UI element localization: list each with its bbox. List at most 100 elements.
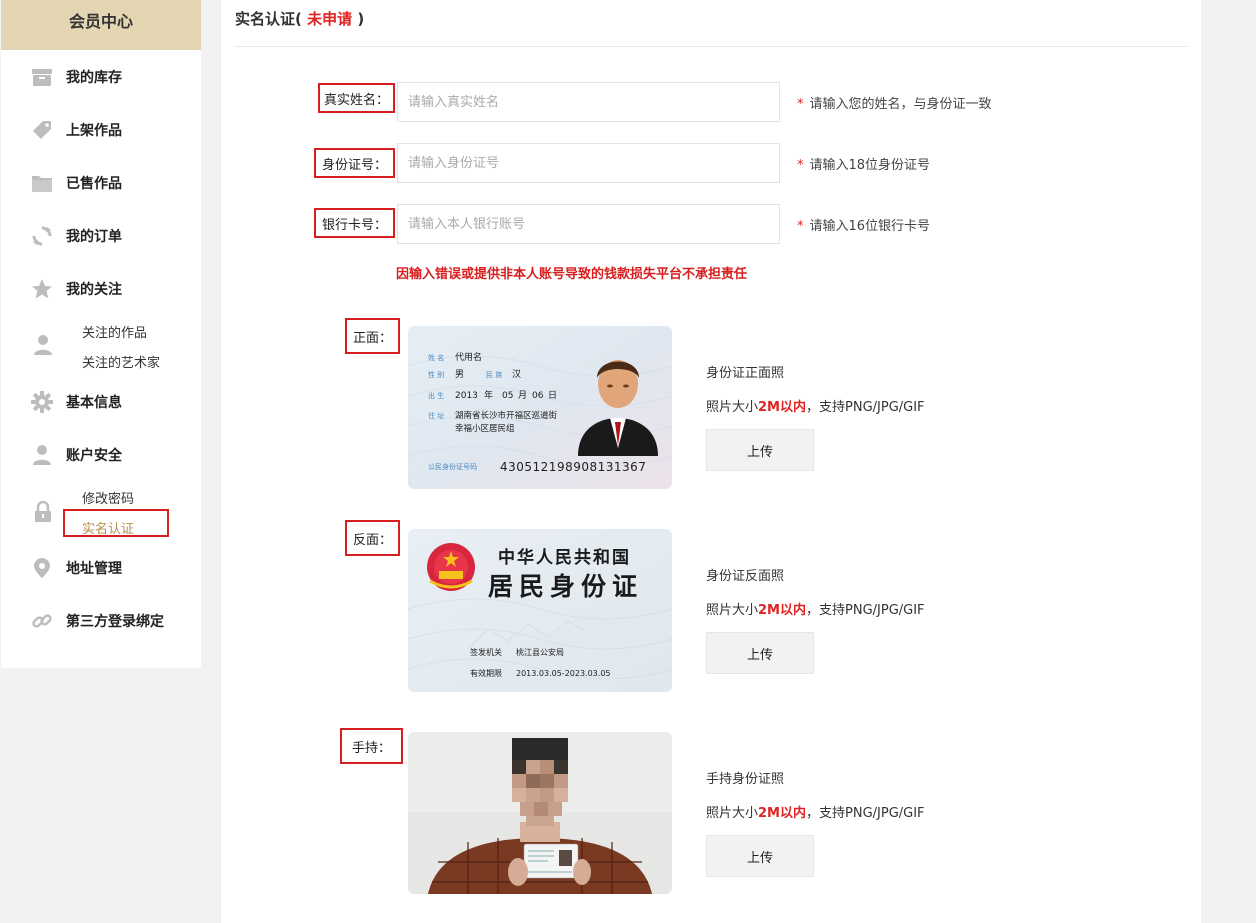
sidebar-subitem-followed-artists[interactable]: 关注的艺术家 xyxy=(82,352,160,371)
tag-icon xyxy=(30,118,54,142)
bank-label: 银行卡号： xyxy=(314,208,395,238)
page-title-text: 实名认证( xyxy=(235,10,302,28)
size-suffix: ，支持PNG/JPG/GIF xyxy=(806,806,925,821)
front-label: 正面： xyxy=(345,318,400,354)
star-icon xyxy=(30,277,54,301)
card-key: 性 别 xyxy=(428,370,444,379)
sidebar-item-label: 我的关注 xyxy=(66,282,122,298)
card-value: 桃江县公安局 xyxy=(516,647,564,657)
pixelated-face xyxy=(512,738,568,826)
size-limit: 2M以内 xyxy=(758,400,806,415)
card-value: 男 xyxy=(455,369,464,380)
bank-account-input[interactable] xyxy=(397,204,780,244)
front-photo-title: 身份证正面照 xyxy=(706,366,785,381)
size-prefix: 照片大小 xyxy=(706,400,759,415)
card-value: 日 xyxy=(548,390,557,401)
id-hint: * 请输入18位身份证号 xyxy=(797,154,930,173)
card-country: 中华人民共和国 xyxy=(498,547,631,568)
card-value: 2013.03.05-2023.03.05 xyxy=(516,669,611,678)
sidebar-item-inventory[interactable]: 我的库存 xyxy=(1,62,201,92)
handheld-sample-image xyxy=(408,732,672,894)
back-label: 反面： xyxy=(345,520,400,556)
sidebar-item-basic-info[interactable]: 基本信息 xyxy=(1,387,201,417)
sidebar-item-security[interactable]: 账户安全 xyxy=(1,440,201,470)
sidebar: 会员中心 我的库存 上架作品 已售作品 我的订单 我的关注 关注的作品 关注的艺… xyxy=(1,0,201,668)
size-prefix: 照片大小 xyxy=(706,806,759,821)
sidebar-item-orders[interactable]: 我的订单 xyxy=(1,221,201,251)
title-divider xyxy=(235,46,1187,47)
size-prefix: 照片大小 xyxy=(706,603,759,618)
sidebar-title: 会员中心 xyxy=(1,0,201,50)
bank-hint-text: 请输入16位银行卡号 xyxy=(809,219,931,234)
card-value: 06 xyxy=(532,391,544,401)
sidebar-item-label: 第三方登录绑定 xyxy=(66,614,164,630)
sidebar-item-label: 基本信息 xyxy=(66,395,122,411)
card-doc-name: 居民身份证 xyxy=(488,572,643,601)
id-hint-text: 请输入18位身份证号 xyxy=(809,158,931,173)
card-key: 签发机关 xyxy=(470,647,502,657)
sidebar-subitem-change-password[interactable]: 修改密码 xyxy=(82,488,134,507)
card-value: 幸福小区居民组 xyxy=(455,423,515,434)
sidebar-item-label: 我的订单 xyxy=(66,229,122,245)
sidebar-item-listed[interactable]: 上架作品 xyxy=(1,115,201,145)
refresh-cycle-icon xyxy=(30,224,54,248)
size-suffix: ，支持PNG/JPG/GIF xyxy=(806,603,925,618)
national-emblem xyxy=(427,543,475,591)
page-title: 实名认证( 未申请 ) xyxy=(235,8,364,29)
size-suffix: ，支持PNG/JPG/GIF xyxy=(806,400,925,415)
upload-handheld-button[interactable]: 上传 xyxy=(706,835,814,877)
name-hint: * 请输入您的姓名，与身份证一致 xyxy=(797,93,992,112)
user-icon xyxy=(31,333,55,357)
required-star: * xyxy=(797,158,804,173)
name-input[interactable] xyxy=(397,82,780,122)
card-key: 民 族 xyxy=(486,370,502,379)
sidebar-item-label: 我的库存 xyxy=(66,70,122,86)
id-front-sample-image: 姓 名 性 别 民 族 出 生 住 址 公民身份证号码 代用名 男 汉 2013… xyxy=(408,326,672,489)
card-key: 住 址 xyxy=(428,411,444,420)
card-value: 430512198908131367 xyxy=(500,460,646,474)
card-value: 年 xyxy=(484,389,493,401)
card-value: 月 xyxy=(518,390,527,401)
folder-icon xyxy=(30,171,54,195)
size-limit: 2M以内 xyxy=(758,806,806,821)
location-pin-icon xyxy=(30,556,54,580)
upload-front-button[interactable]: 上传 xyxy=(706,429,814,471)
upload-back-button[interactable]: 上传 xyxy=(706,632,814,674)
size-limit: 2M以内 xyxy=(758,603,806,618)
inventory-box-icon xyxy=(30,65,54,89)
liability-warning: 因输入错误或提供非本人账号导致的钱款损失平台不承担责任 xyxy=(396,267,748,282)
link-icon xyxy=(30,609,54,633)
handheld-size-hint: 照片大小2M以内，支持PNG/JPG/GIF xyxy=(706,802,925,821)
back-photo-title: 身份证反面照 xyxy=(706,569,785,584)
required-star: * xyxy=(797,219,804,234)
lock-icon xyxy=(31,500,55,524)
sidebar-item-sold[interactable]: 已售作品 xyxy=(1,168,201,198)
front-size-hint: 照片大小2M以内，支持PNG/JPG/GIF xyxy=(706,396,925,415)
card-value: 2013 xyxy=(455,391,478,401)
sidebar-item-address[interactable]: 地址管理 xyxy=(1,553,201,583)
card-key: 姓 名 xyxy=(428,353,444,362)
required-star: * xyxy=(797,97,804,112)
card-value: 代用名 xyxy=(455,351,482,363)
back-size-hint: 照片大小2M以内，支持PNG/JPG/GIF xyxy=(706,599,925,618)
user-icon xyxy=(30,443,54,467)
id-label: 身份证号： xyxy=(314,148,395,178)
card-value: 05 xyxy=(502,391,513,401)
id-number-input[interactable] xyxy=(397,143,780,183)
sidebar-item-label: 上架作品 xyxy=(66,123,122,139)
card-value: 湖南省长沙市开福区巡道街 xyxy=(455,410,558,421)
gear-icon xyxy=(30,390,54,414)
sidebar-subitem-followed-works[interactable]: 关注的作品 xyxy=(82,322,147,341)
active-item-highlight xyxy=(63,509,169,537)
name-hint-text: 请输入您的姓名，与身份证一致 xyxy=(809,97,992,112)
main-panel: 实名认证( 未申请 ) 真实姓名： *请输入您的姓名，与身份证一致 身份证号： … xyxy=(221,0,1201,923)
sidebar-item-label: 账户安全 xyxy=(66,448,122,464)
bank-hint: * 请输入16位银行卡号 xyxy=(797,215,930,234)
card-key: 公民身份证号码 xyxy=(428,462,477,471)
sidebar-item-third-party[interactable]: 第三方登录绑定 xyxy=(1,606,201,636)
status-badge: 未申请 xyxy=(307,10,353,28)
right-margin xyxy=(1201,0,1256,923)
card-key: 出 生 xyxy=(428,391,444,400)
sidebar-item-follow[interactable]: 我的关注 xyxy=(1,274,201,304)
handheld-label: 手持： xyxy=(340,728,403,764)
